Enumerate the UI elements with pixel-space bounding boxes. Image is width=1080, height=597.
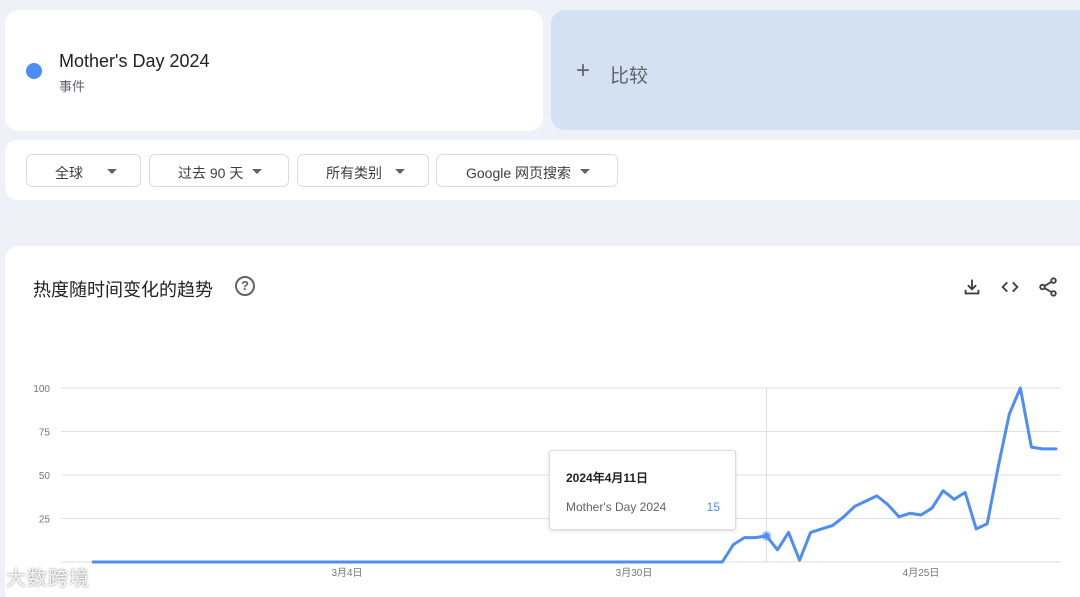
tooltip-date: 2024年4月11日 [566,471,649,485]
time-filter-label: 过去 90 天 [178,165,244,181]
compare-label[interactable]: 比较 [610,61,648,88]
time-filter-button[interactable]: 过去 90 天 [149,154,289,187]
plus-icon[interactable]: + [576,58,590,84]
search-type-filter-button[interactable]: Google 网页搜索 [436,154,618,187]
search-type-filter-label: Google 网页搜索 [466,165,572,181]
help-icon[interactable]: ? [235,276,255,296]
category-filter-button[interactable]: 所有类别 [297,154,429,187]
download-icon[interactable] [961,276,983,298]
category-filter-label: 所有类别 [326,165,382,181]
y-tick-label: 25 [39,515,51,526]
caret-down-icon [252,169,262,174]
region-filter-button[interactable]: 全球 [26,154,141,187]
tooltip-value: 15 [706,500,720,514]
caret-down-icon [107,169,117,174]
term-color-dot [26,63,42,79]
term-name[interactable]: Mother's Day 2024 [59,51,210,72]
x-tick-label: 3月30日 [616,567,653,579]
caret-down-icon [395,169,405,174]
y-tick-label: 75 [39,428,51,439]
caret-down-icon [580,169,590,174]
trend-line-chart[interactable]: 25 50 75 100 3月4日 3月30日 4月25日 [0,370,1080,597]
y-tick-label: 100 [33,384,50,395]
chart-title: 热度随时间变化的趋势 [33,280,213,300]
watermark: 大数跨境 [6,568,90,590]
chart-tooltip: 2024年4月11日 Mother's Day 2024 15 [549,450,736,530]
region-filter-label: 全球 [55,165,83,181]
y-tick-label: 50 [39,471,51,482]
highlight-point [763,532,770,539]
share-icon[interactable] [1037,276,1059,298]
x-tick-label: 3月4日 [331,567,362,579]
embed-code-icon[interactable] [999,276,1021,298]
term-type: 事件 [59,79,86,94]
tooltip-term: Mother's Day 2024 [566,500,667,514]
x-tick-label: 4月25日 [903,567,940,579]
